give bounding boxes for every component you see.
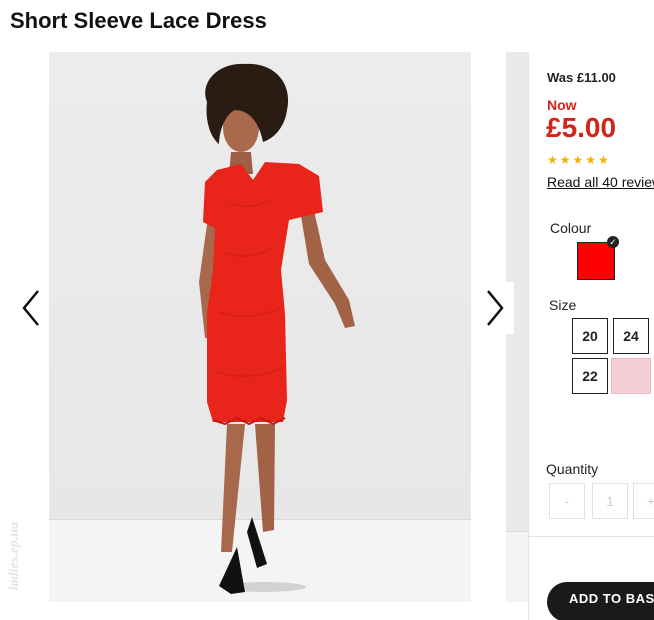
quantity-label: Quantity xyxy=(546,461,599,477)
size-option-22[interactable]: 22 xyxy=(572,358,608,394)
check-icon: ✓ xyxy=(607,236,619,248)
quantity-decrease-button[interactable]: - xyxy=(549,483,585,519)
size-option-unavailable xyxy=(611,358,651,394)
was-price: Was £11.00 xyxy=(547,70,616,85)
now-label: Now xyxy=(547,97,577,113)
colour-label: Colour xyxy=(550,220,592,236)
star-icon: ★ xyxy=(585,153,597,167)
colour-swatch-red[interactable] xyxy=(577,242,615,280)
chevron-left-icon xyxy=(22,290,39,326)
next-image-button[interactable] xyxy=(484,288,506,328)
product-title: Short Sleeve Lace Dress xyxy=(10,8,267,33)
star-icon: ★ xyxy=(572,153,584,167)
size-label: Size xyxy=(549,297,577,313)
quantity-input[interactable]: 1 xyxy=(592,483,628,519)
watermark-text: ladies.ep.ua xyxy=(7,521,23,591)
peek-floor xyxy=(506,531,528,602)
panel-divider xyxy=(529,536,654,537)
star-icon: ★ xyxy=(598,153,609,167)
star-icon: ★ xyxy=(547,153,558,167)
chevron-right-icon xyxy=(487,290,504,326)
size-option-20[interactable]: 20 xyxy=(572,318,608,354)
rating-stars: ★ ★ ★ ★ ★ xyxy=(547,154,609,166)
now-price: £5.00 xyxy=(546,112,617,143)
star-icon: ★ xyxy=(559,153,571,167)
watermark: ladies.ep.ua xyxy=(6,500,24,612)
previous-image-button[interactable] xyxy=(20,288,42,328)
product-image xyxy=(49,52,471,602)
quantity-increase-button[interactable]: + xyxy=(633,483,654,519)
size-option-24[interactable]: 24 xyxy=(613,318,649,354)
product-details-panel: Was £11.00 Now £5.00 ★ ★ ★ ★ ★ Read all … xyxy=(528,52,654,620)
read-reviews-link[interactable]: Read all 40 reviews xyxy=(547,174,654,190)
model-in-red-dress-illustration xyxy=(199,63,355,594)
add-to-basket-button[interactable]: ADD TO BASKET xyxy=(547,582,654,620)
